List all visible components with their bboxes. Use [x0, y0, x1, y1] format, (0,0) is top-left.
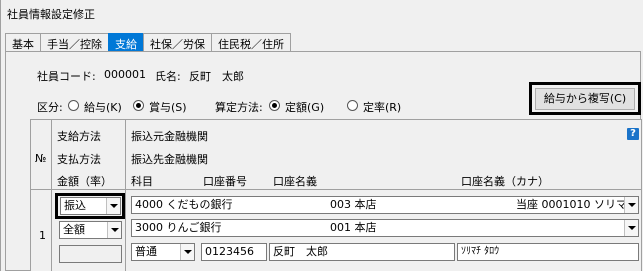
employee-name-label: 氏名: [155, 70, 181, 83]
account-name-header: 口座名義 [273, 175, 317, 188]
item-header: 科目 [131, 175, 153, 188]
source-bank-select[interactable]: 4000 くだもの銀行 003 本店 当座 0001010 ソリマチ [131, 196, 639, 214]
payment-grid: № 支給方法 支払方法 金額（率） 振込元金融機関 振込先金融機関 科目 口座番… [30, 119, 642, 271]
payment-method-header: 支給方法 [57, 130, 101, 143]
employee-edit-window: 社員情報設定修正 基本 手当／控除 支給 社保／労保 住民税／住所 社員コード:… [0, 0, 643, 271]
source-bank-header: 振込元金融機関 [131, 130, 208, 143]
chevron-down-icon [624, 220, 638, 236]
category-label: 区分: [37, 101, 63, 114]
payment-tab-panel: 社員コード: 000001 氏名: 反町 太郎 区分: 給与(K) 賞与(S) … [5, 51, 642, 271]
row-number: 1 [39, 229, 46, 242]
amount-rate-field[interactable] [59, 245, 122, 263]
account-no-header: 口座番号 [203, 175, 247, 188]
chevron-down-icon [624, 197, 638, 213]
dest-bank-header: 振込先金融機関 [131, 153, 208, 166]
account-number-field[interactable]: 0123456 [201, 243, 267, 261]
calc-fixed-radio[interactable] [269, 100, 280, 111]
calc-fixed-label: 定額(G) [285, 101, 325, 114]
employee-code-value: 000001 [104, 68, 146, 81]
dest-bank-select[interactable]: 3000 りんご銀行 001 本店 [131, 219, 639, 237]
tab-payment[interactable]: 支給 [108, 33, 144, 51]
pay-type-header: 支払方法 [57, 153, 101, 166]
copy-from-salary-button[interactable]: 給与から複写(C) [535, 88, 635, 110]
tab-allowance-deduction[interactable]: 手当／控除 [40, 33, 109, 51]
chevron-down-icon [107, 222, 121, 238]
calc-method-label: 算定方法: [215, 101, 263, 114]
calc-rate-label: 定率(R) [363, 101, 402, 114]
window-title: 社員情報設定修正 [7, 8, 95, 21]
category-bonus-radio[interactable] [133, 100, 144, 111]
employee-name-value: 反町 太郎 [189, 70, 244, 83]
account-name-kana-header: 口座名義（カナ） [461, 175, 549, 188]
help-icon[interactable]: ? [627, 128, 639, 140]
employee-code-label: 社員コード: [37, 70, 96, 83]
calc-rate-radio[interactable] [347, 100, 358, 111]
category-bonus-label: 賞与(S) [149, 101, 187, 114]
tab-social-insurance[interactable]: 社保／労保 [143, 33, 212, 51]
tab-resident-tax-address[interactable]: 住民税／住所 [211, 33, 291, 51]
grid-no-header: № [35, 152, 47, 165]
account-name-field[interactable]: 反町 太郎 [269, 243, 455, 261]
tab-bar: 基本 手当／控除 支給 社保／労保 住民税／住所 [5, 33, 291, 51]
account-name-kana-field[interactable]: ｿﾘﾏﾁ ﾀﾛｳ [457, 243, 639, 261]
category-salary-label: 給与(K) [84, 101, 122, 114]
tab-basic[interactable]: 基本 [5, 33, 41, 51]
pay-type-select[interactable]: 全額 [59, 221, 122, 239]
account-type-select[interactable]: 普通 [131, 243, 195, 261]
amount-rate-header: 金額（率） [57, 175, 112, 188]
chevron-down-icon [180, 244, 194, 260]
chevron-down-icon [106, 198, 120, 214]
category-salary-radio[interactable] [68, 100, 79, 111]
payment-method-select[interactable]: 振込 [60, 197, 121, 215]
